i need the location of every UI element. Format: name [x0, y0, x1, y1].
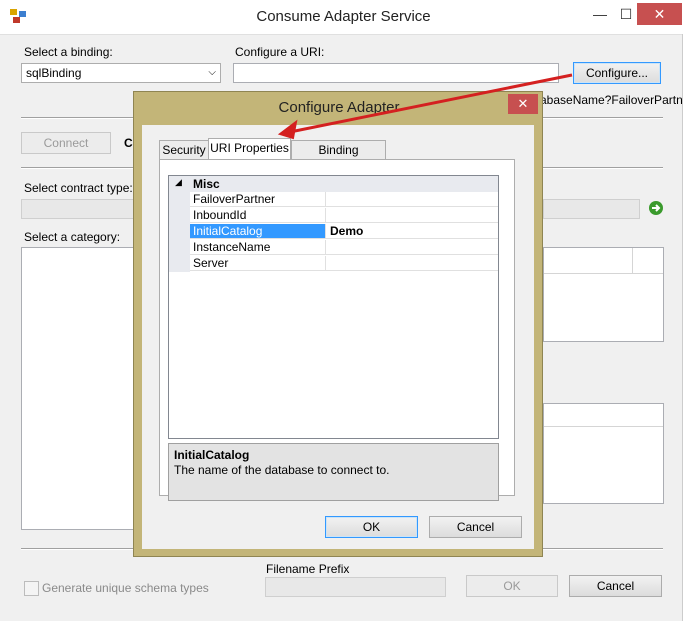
annotation-arrow — [277, 73, 573, 140]
